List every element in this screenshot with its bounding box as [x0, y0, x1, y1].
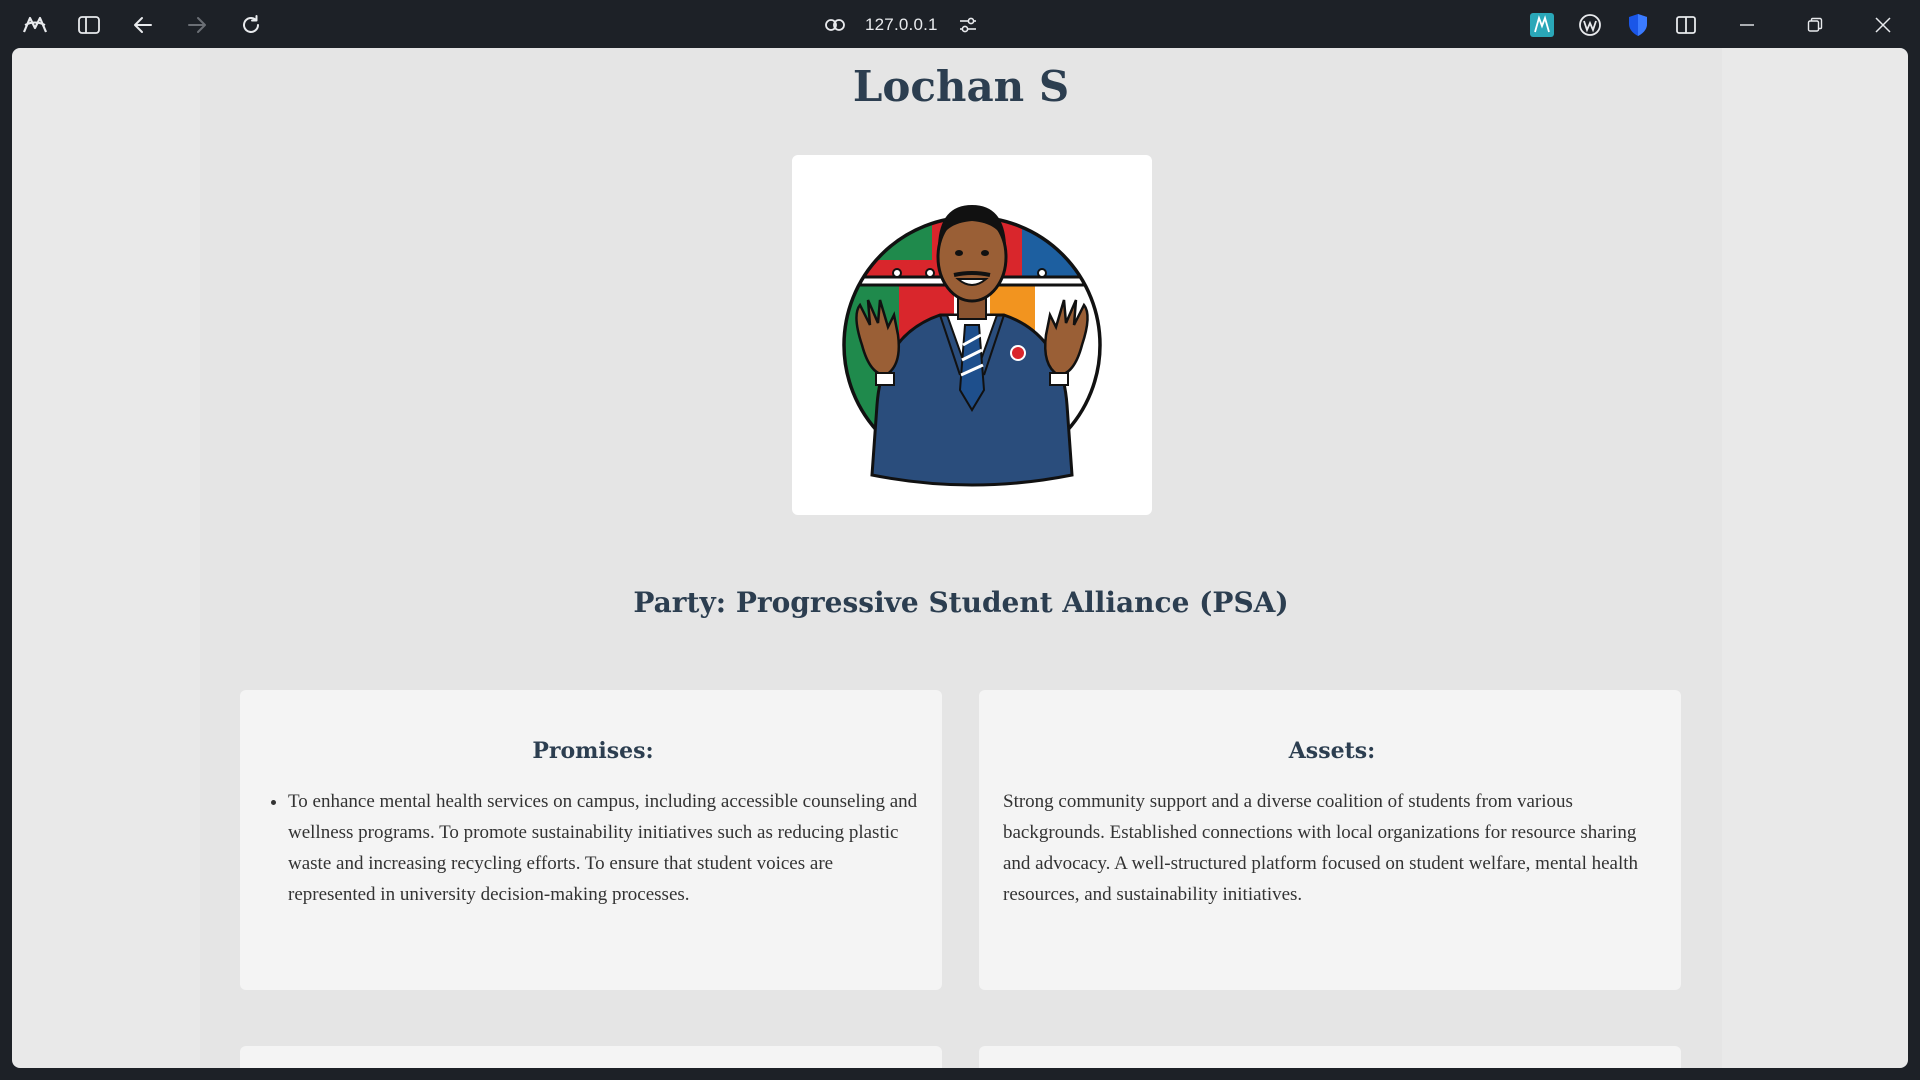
promises-list: To enhance mental health services on cam… — [264, 786, 922, 910]
promises-heading: Promises: — [532, 738, 654, 764]
restore-icon[interactable] — [1800, 10, 1830, 40]
browser-toolbar: 127.0.0.1 — [0, 0, 1920, 48]
sidebar-toggle-icon[interactable] — [74, 10, 104, 40]
list-item: To enhance mental health services on cam… — [288, 786, 922, 910]
candidate-page: Lochan S Party: Progressive Student Alli… — [200, 48, 1722, 1068]
close-icon[interactable] — [1868, 10, 1898, 40]
arc-logo-icon[interactable] — [20, 10, 50, 40]
sliders-icon[interactable] — [958, 16, 978, 34]
link-icon — [825, 18, 845, 32]
wordpress-icon[interactable] — [1577, 12, 1603, 38]
split-view-icon[interactable] — [1673, 12, 1699, 38]
candidate-portrait-illustration — [842, 205, 1102, 487]
address-bar[interactable]: 127.0.0.1 — [825, 10, 978, 40]
web-viewport: Lochan S Party: Progressive Student Alli… — [12, 48, 1908, 1068]
back-arrow-icon[interactable] — [128, 10, 158, 40]
next-card-right — [979, 1046, 1681, 1068]
minimize-icon[interactable] — [1732, 10, 1762, 40]
extension-icon[interactable] — [1529, 12, 1555, 38]
next-card-left — [240, 1046, 942, 1068]
candidate-photo-card — [792, 155, 1152, 515]
reload-icon[interactable] — [236, 10, 266, 40]
promises-card: Promises: To enhance mental health servi… — [240, 690, 942, 990]
assets-card: Assets: Strong community support and a d… — [979, 690, 1681, 990]
party-heading: Party: Progressive Student Alliance (PSA… — [633, 586, 1289, 619]
url-text[interactable]: 127.0.0.1 — [865, 15, 938, 35]
forward-arrow-icon[interactable] — [182, 10, 212, 40]
candidate-name: Lochan S — [852, 62, 1070, 111]
shield-icon[interactable] — [1625, 12, 1651, 38]
assets-heading: Assets: — [1288, 738, 1376, 764]
assets-text: Strong community support and a diverse c… — [1003, 791, 1639, 905]
